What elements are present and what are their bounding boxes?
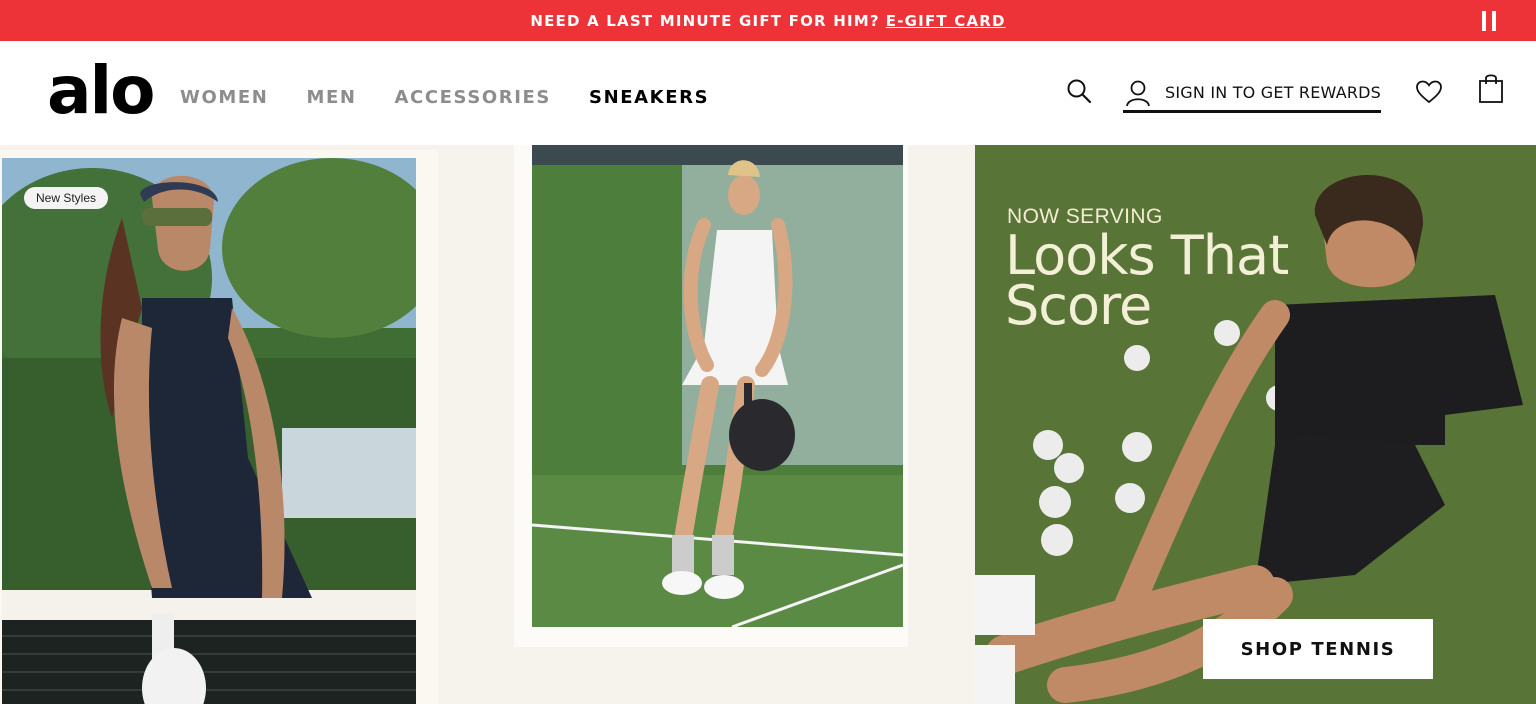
logo[interactable]: alo (47, 51, 156, 131)
player-at-net-image (2, 158, 416, 704)
main-nav: WOMEN MEN ACCESSORIES SNEAKERS (180, 87, 709, 108)
player-with-paddle-image (532, 145, 903, 627)
nav-women[interactable]: WOMEN (180, 87, 268, 108)
hero-headline: Looks That Score (1005, 224, 1289, 337)
heart-icon[interactable] (1416, 80, 1442, 104)
bag-icon[interactable] (1478, 72, 1504, 104)
new-styles-badge: New Styles (24, 187, 109, 209)
shop-tennis-button[interactable]: SHOP TENNIS (1203, 619, 1433, 679)
sign-in-label: SIGN IN TO GET REWARDS (1165, 83, 1382, 102)
search-icon[interactable] (1066, 78, 1092, 104)
hero-panel-paddle[interactable] (514, 145, 908, 647)
hero-banner: New Styles NOW SERVING Looks That Score … (0, 145, 1536, 704)
hero-panel-tennis: NOW SERVING Looks That Score SHOP TENNIS (975, 145, 1536, 704)
nav-sneakers[interactable]: SNEAKERS (589, 87, 709, 108)
sign-in-link[interactable]: SIGN IN TO GET REWARDS (1123, 78, 1382, 113)
pause-icon[interactable] (1482, 11, 1498, 31)
user-icon (1123, 78, 1153, 108)
promo-text: NEED A LAST MINUTE GIFT FOR HIM? (530, 11, 880, 30)
hero-panel-new-styles[interactable]: New Styles (0, 150, 438, 704)
site-header: alo WOMEN MEN ACCESSORIES SNEAKERS SIGN … (0, 41, 1536, 145)
promo-bar: NEED A LAST MINUTE GIFT FOR HIM? E-GIFT … (0, 0, 1536, 41)
nav-accessories[interactable]: ACCESSORIES (395, 87, 552, 108)
egift-card-link[interactable]: E-GIFT CARD (886, 12, 1006, 30)
nav-men[interactable]: MEN (306, 87, 356, 108)
